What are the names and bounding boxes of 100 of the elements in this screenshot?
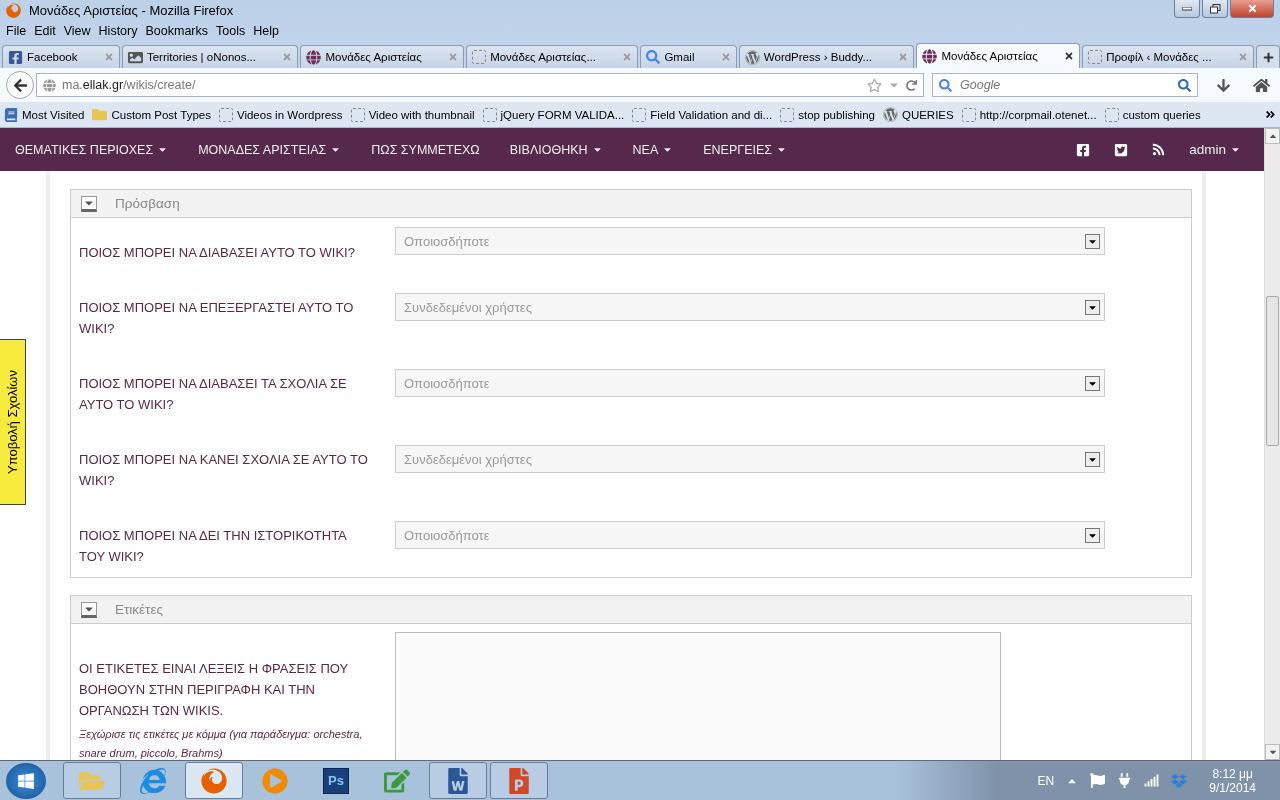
facebook-icon[interactable] <box>1076 142 1091 157</box>
reload-icon[interactable] <box>906 79 917 91</box>
flag-icon[interactable] <box>1090 773 1106 788</box>
nav-link[interactable]: ΕΝΕΡΓΕΙΕΣ <box>703 142 788 157</box>
back-arrow-icon <box>12 77 28 93</box>
bookmark-item[interactable]: stop publishing <box>780 107 875 122</box>
wordpress-icon <box>882 107 898 122</box>
rss-icon[interactable] <box>1152 143 1166 156</box>
blank-page-icon <box>1088 50 1103 64</box>
close-icon <box>1246 3 1258 14</box>
wordpress-icon <box>744 49 760 65</box>
field-label: ΠΟΙΟΣ ΜΠΟΡΕΙ ΝΑ ΔΕΙ ΤΗΝ ΙΣΤΟΡΙΚΟΤΗΤΑ ΤΟΥ WIKI? <box>79 527 348 566</box>
download-icon[interactable] <box>1216 77 1231 93</box>
browser-tab[interactable]: Territories | oNonos... <box>121 45 299 68</box>
more-bookmarks-icon[interactable] <box>1265 109 1276 120</box>
google-icon <box>646 50 661 64</box>
nav-link[interactable]: ΠΩΣ ΣΥΜΜΕΤΕΧΩ <box>371 142 480 157</box>
bookmark-item[interactable]: Custom Post Types <box>92 107 211 122</box>
search-icon[interactable] <box>1178 78 1191 92</box>
menu-item[interactable]: View <box>59 24 95 38</box>
browser-tab[interactable]: Προφίλ ‹ Μονάδες ... <box>1082 45 1255 68</box>
blank-page-icon <box>961 107 976 122</box>
bookmark-star-icon[interactable] <box>867 77 882 93</box>
address-field[interactable]: ma.ellak.gr/wikis/create/ <box>36 73 924 97</box>
blank-page-icon <box>632 107 647 122</box>
menu-item[interactable]: History <box>94 24 142 38</box>
close-button[interactable] <box>1230 0 1274 18</box>
menu-item[interactable]: Bookmarks <box>141 24 212 38</box>
field-label: ΟΙ ΕΤΙΚΕΤΕΣ ΕΙΝΑΙ ΛΕΞΕΙΣ Η ΦΡΑΣΕΙΣ ΠΟΥ ΒΟΗΘΟΥΝ ΣΤΗΝ ΠΕΡΙΓΡΑΦΗ ΚΑΙ ΤΗΝ ΟΡΓΑΝΩΣΗ ΤΩΝ WIKIS. <box>79 660 349 720</box>
restore-button[interactable] <box>1202 0 1228 18</box>
blank-page-icon <box>1104 107 1119 122</box>
browser-tab[interactable]: Facebook <box>2 45 120 68</box>
nav-link[interactable]: ΒΙΒΛΙΟΘΗΚΗ <box>509 142 603 157</box>
bookmark-item[interactable]: QUERIES <box>882 107 954 122</box>
collapse-toggle[interactable] <box>81 601 97 618</box>
search-field[interactable]: Google <box>932 73 1198 97</box>
feedback-tab[interactable]: Υποβολή Σχολίων <box>0 339 26 505</box>
section-title: Ετικέτες <box>115 602 163 617</box>
bookmark-item[interactable]: Most Visited <box>4 107 85 122</box>
taskbar-app[interactable]: Ps <box>307 762 365 799</box>
taskbar-app[interactable] <box>63 762 121 799</box>
blank-page-icon <box>780 107 795 122</box>
taskbar-app[interactable] <box>490 762 548 799</box>
taskbar-app[interactable] <box>185 762 243 799</box>
globe-icon <box>306 49 322 65</box>
bookmark-item[interactable]: http://corpmail.otenet... <box>961 107 1097 122</box>
scroll-down-button[interactable] <box>1265 744 1280 760</box>
bookmark-item[interactable]: Videos in Wordpress <box>218 107 343 122</box>
taskbar-app[interactable] <box>429 762 487 799</box>
start-button[interactable] <box>6 762 46 799</box>
google-icon <box>939 78 952 92</box>
globe-icon <box>922 48 938 64</box>
menu-item[interactable]: Help <box>249 24 283 38</box>
menu-item[interactable]: Edit <box>30 24 60 38</box>
field-label: ΠΟΙΟΣ ΜΠΟΡΕΙ ΝΑ ΕΠΕΞΕΡΓΑΣΤΕΙ ΑΥΤΟ ΤΟ WIKI? <box>79 299 355 338</box>
firefox-icon <box>6 2 21 18</box>
close-icon[interactable] <box>1064 51 1075 61</box>
new-tab-button[interactable] <box>1256 45 1280 68</box>
browser-tab[interactable]: Gmail <box>640 45 737 68</box>
menu-item[interactable]: File <box>2 24 31 38</box>
home-icon[interactable] <box>1253 76 1270 94</box>
globe-icon <box>43 78 56 92</box>
scrollbar[interactable] <box>1264 128 1280 760</box>
restore-icon <box>1209 3 1221 14</box>
facebook-icon <box>8 49 23 65</box>
powerpoint-icon <box>506 767 532 794</box>
blank-page-icon <box>482 107 497 122</box>
nav-link[interactable]: ΝΕΑ <box>632 142 674 157</box>
field-label: ΠΟΙΟΣ ΜΠΟΡΕΙ ΝΑ ΔΙΑΒΑΣΕΙ ΑΥΤΟ ΤΟ WIKI? <box>79 244 356 262</box>
field-label: ΠΟΙΟΣ ΜΠΟΡΕΙ ΝΑ ΔΙΑΒΑΣΕΙ ΤΑ ΣΧΟΛΙΑ ΣΕ ΑΥΤΟ ΤΟ WIKI? <box>79 375 348 414</box>
browser-tab[interactable]: WordPress › Buddy... <box>738 45 915 68</box>
blank-page-icon <box>350 107 365 122</box>
blank-page-icon <box>472 50 487 64</box>
bookmark-item[interactable]: custom queries <box>1104 107 1201 122</box>
twitter-icon[interactable] <box>1114 142 1129 157</box>
firefox-icon <box>201 767 227 794</box>
back-button[interactable] <box>6 71 34 99</box>
folder-icon <box>92 107 108 122</box>
signal-icon[interactable] <box>1144 773 1160 788</box>
browser-tab[interactable]: Μονάδες Αριστείας <box>300 45 465 68</box>
media-player-icon <box>262 767 288 794</box>
windows-logo-icon <box>17 771 35 790</box>
notepad-icon <box>384 767 410 794</box>
scroll-up-button[interactable] <box>1265 128 1280 144</box>
nav-link[interactable]: ΘΕΜΑΤΙΚΕΣ ΠΕΡΙΟΧΕΣ <box>15 142 169 157</box>
library-icon <box>4 107 18 122</box>
browser-tab[interactable]: Μονάδες Αριστείας <box>916 43 1081 68</box>
word-icon <box>445 767 471 794</box>
bookmark-item[interactable]: Field Validation and di... <box>632 107 773 122</box>
search-input[interactable]: Google <box>958 77 1172 93</box>
collapse-toggle[interactable] <box>81 195 97 212</box>
menu-item[interactable]: Tools <box>212 24 250 38</box>
power-icon[interactable] <box>1117 773 1133 788</box>
bookmark-item[interactable]: jQuery FORM VALIDA... <box>482 107 625 122</box>
user-menu[interactable]: admin <box>1189 142 1241 157</box>
nav-link[interactable]: ΜΟΝΑΔΕΣ ΑΡΙΣΤΕΙΑΣ <box>198 142 342 157</box>
scroll-thumb[interactable] <box>1266 296 1279 446</box>
bookmark-item[interactable]: Video with thumbnail <box>350 107 475 122</box>
browser-tab[interactable]: Μονάδες Αριστείας... <box>466 45 639 68</box>
photoshop-icon: Ps <box>323 767 349 794</box>
